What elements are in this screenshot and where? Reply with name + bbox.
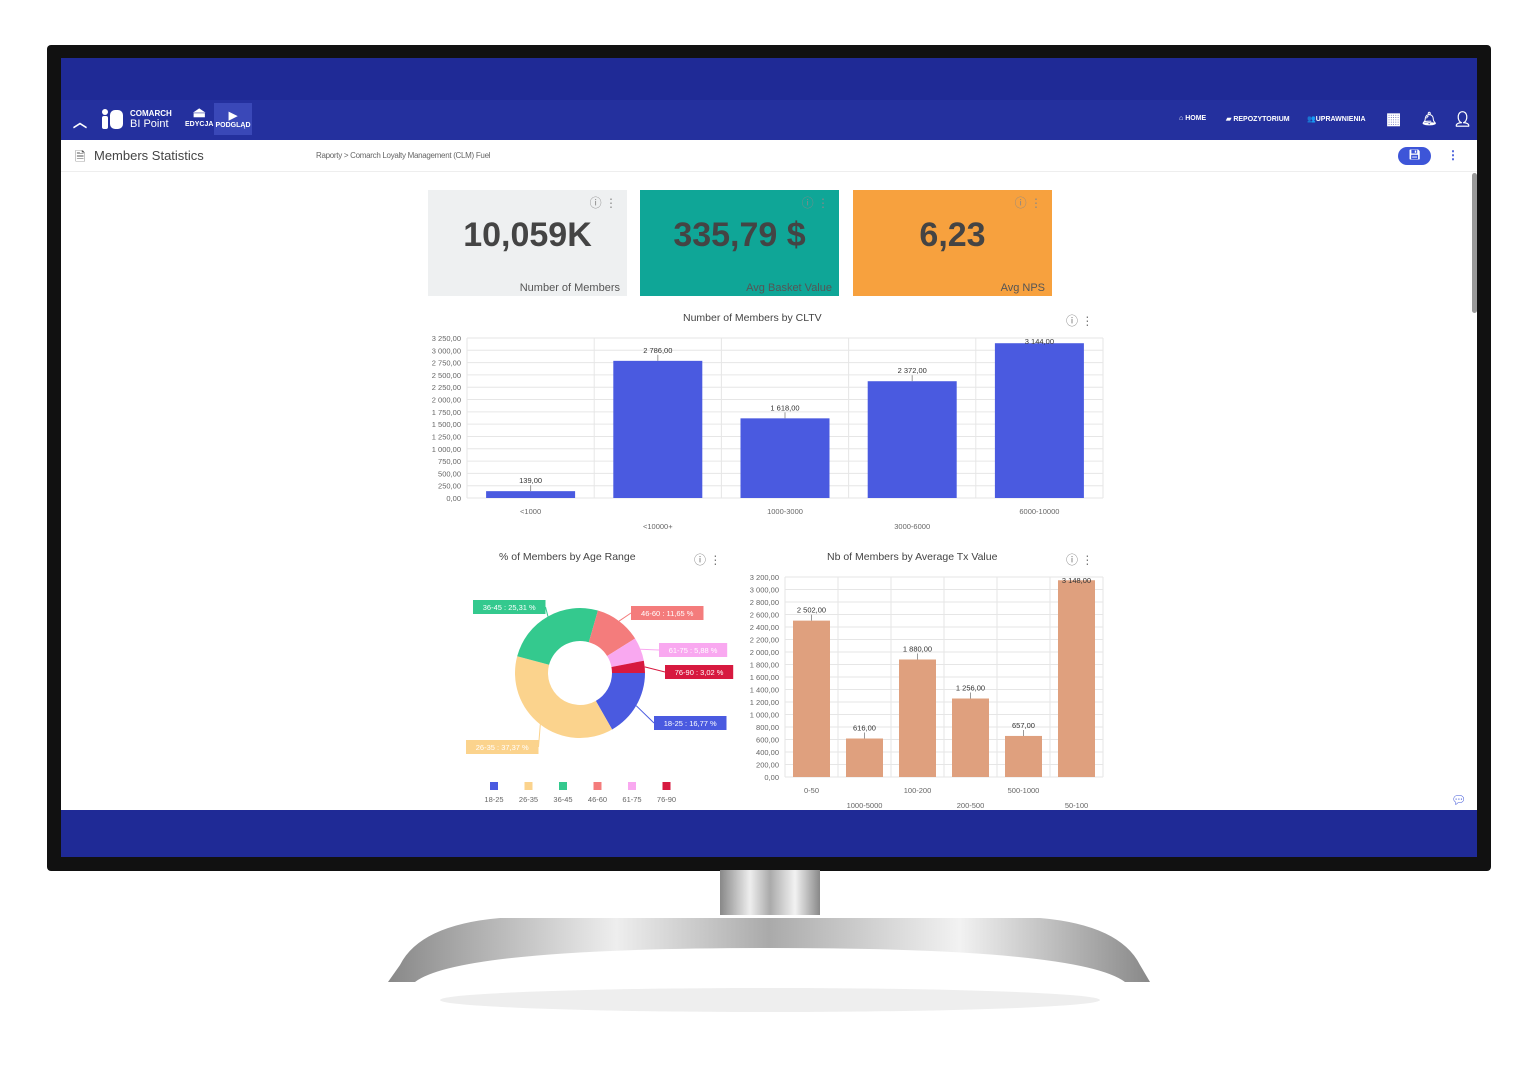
x-tick-label: 100-200 [904, 786, 932, 795]
y-tick-label: 1 000,00 [750, 711, 779, 720]
y-tick-label: 1 400,00 [750, 686, 779, 695]
slice-label: 18-25 : 16,77 % [664, 719, 717, 728]
bar [952, 698, 989, 777]
data-label: 1 618,00 [770, 403, 799, 412]
legend-label: 76-90 [657, 795, 676, 804]
y-tick-label: 2 750,00 [432, 359, 461, 368]
x-tick-label: 1000-5000 [847, 801, 883, 810]
screen: ︿ COMARCH BI Point ⏏ EDYCJA ▶ PODGLĄD ⌂ HOM… [61, 58, 1477, 857]
data-label: 1 880,00 [903, 645, 932, 654]
data-label: 139,00 [519, 476, 542, 485]
legend-label: 46-60 [588, 795, 607, 804]
y-tick-label: 3 250,00 [432, 334, 461, 343]
bar [899, 659, 936, 777]
data-label: 657,00 [1012, 721, 1035, 730]
bottom-band [61, 810, 1477, 857]
label-leader [644, 666, 666, 673]
y-tick-label: 1 250,00 [432, 432, 461, 441]
label-leader [545, 606, 549, 617]
data-label: 2 786,00 [643, 346, 672, 355]
slice-label: 61-75 : 5,88 % [669, 646, 718, 655]
bar [867, 381, 957, 498]
data-label: 2 372,00 [898, 366, 927, 375]
label-leader [618, 612, 632, 622]
y-tick-label: 2 000,00 [750, 648, 779, 657]
charts-canvas: 0,00 250,00 500,00 750,00 1 000,00 1 250,00 1 … [432, 334, 1104, 810]
y-tick-label: 800,00 [756, 723, 779, 732]
legend-label: 26-35 [519, 795, 538, 804]
bar [1005, 735, 1042, 777]
x-tick-label: 6000-10000 [1019, 507, 1059, 516]
slice-label: 46-60 : 11,65 % [641, 609, 694, 618]
x-tick-label: 3000-6000 [894, 522, 930, 531]
y-tick-label: 2 400,00 [750, 623, 779, 632]
y-tick-label: 3 200,00 [750, 573, 779, 582]
y-tick-label: 200,00 [756, 761, 779, 770]
y-tick-label: 1 750,00 [432, 408, 461, 417]
y-tick-label: 3 000,00 [750, 586, 779, 595]
legend-swatch [593, 782, 602, 790]
y-tick-label: 1 500,00 [432, 420, 461, 429]
y-tick-label: 0,00 [446, 494, 461, 503]
label-leader [538, 724, 541, 748]
x-tick-label: 0-50 [804, 786, 819, 795]
legend-label: 18-25 [484, 795, 503, 804]
y-tick-label: 2 200,00 [750, 636, 779, 645]
donut-slice [515, 656, 613, 738]
y-tick-label: 250,00 [438, 482, 461, 491]
y-tick-label: 750,00 [438, 457, 461, 466]
y-tick-label: 1 600,00 [750, 673, 779, 682]
y-tick-label: 2 600,00 [750, 611, 779, 620]
chat-icon[interactable]: 💬︎ [1451, 793, 1466, 807]
y-tick-label: 1 800,00 [750, 661, 779, 670]
slice-label: 26-35 : 37,37 % [476, 743, 529, 752]
x-tick-label: 200-500 [957, 801, 985, 810]
x-tick-label: <1000 [520, 507, 541, 516]
y-tick-label: 2 500,00 [432, 371, 461, 380]
legend-swatch [490, 782, 498, 790]
legend-swatch [559, 782, 567, 790]
bar [486, 491, 576, 498]
data-label: 1 256,00 [956, 684, 985, 693]
data-label: 616,00 [853, 724, 876, 733]
y-tick-label: 0,00 [764, 773, 779, 782]
x-tick-label: <10000+ [643, 522, 673, 531]
legend-swatch [662, 782, 671, 790]
bar [846, 738, 883, 777]
legend-label: 61-75 [622, 795, 641, 804]
x-tick-label: 1000-3000 [767, 507, 803, 516]
x-tick-label: 50-100 [1065, 801, 1088, 810]
label-leader [635, 705, 655, 724]
donut-slice [517, 608, 598, 665]
bar [740, 418, 830, 498]
bar [613, 360, 703, 498]
bar [994, 343, 1084, 498]
bar [793, 620, 830, 777]
y-tick-label: 2 000,00 [432, 396, 461, 405]
legend-label: 36-45 [553, 795, 572, 804]
data-label: 3 148,00 [1062, 576, 1091, 585]
bar [1058, 580, 1095, 777]
y-tick-label: 400,00 [756, 748, 779, 757]
data-label: 3 144,00 [1025, 337, 1054, 346]
monitor-stand [388, 870, 1150, 1012]
y-tick-label: 500,00 [438, 469, 461, 478]
y-tick-label: 2 250,00 [432, 383, 461, 392]
label-leader [640, 648, 660, 651]
legend-swatch [628, 782, 636, 790]
data-label: 2 502,00 [797, 606, 826, 615]
y-tick-label: 1 000,00 [432, 445, 461, 454]
slice-label: 36-45 : 25,31 % [483, 603, 536, 612]
y-tick-label: 600,00 [756, 736, 779, 745]
y-tick-label: 2 800,00 [750, 598, 779, 607]
x-tick-label: 500-1000 [1008, 786, 1040, 795]
y-tick-label: 3 000,00 [432, 346, 461, 355]
y-tick-label: 1 200,00 [750, 698, 779, 707]
slice-label: 76-90 : 3,02 % [675, 668, 724, 677]
legend-swatch [524, 782, 533, 790]
